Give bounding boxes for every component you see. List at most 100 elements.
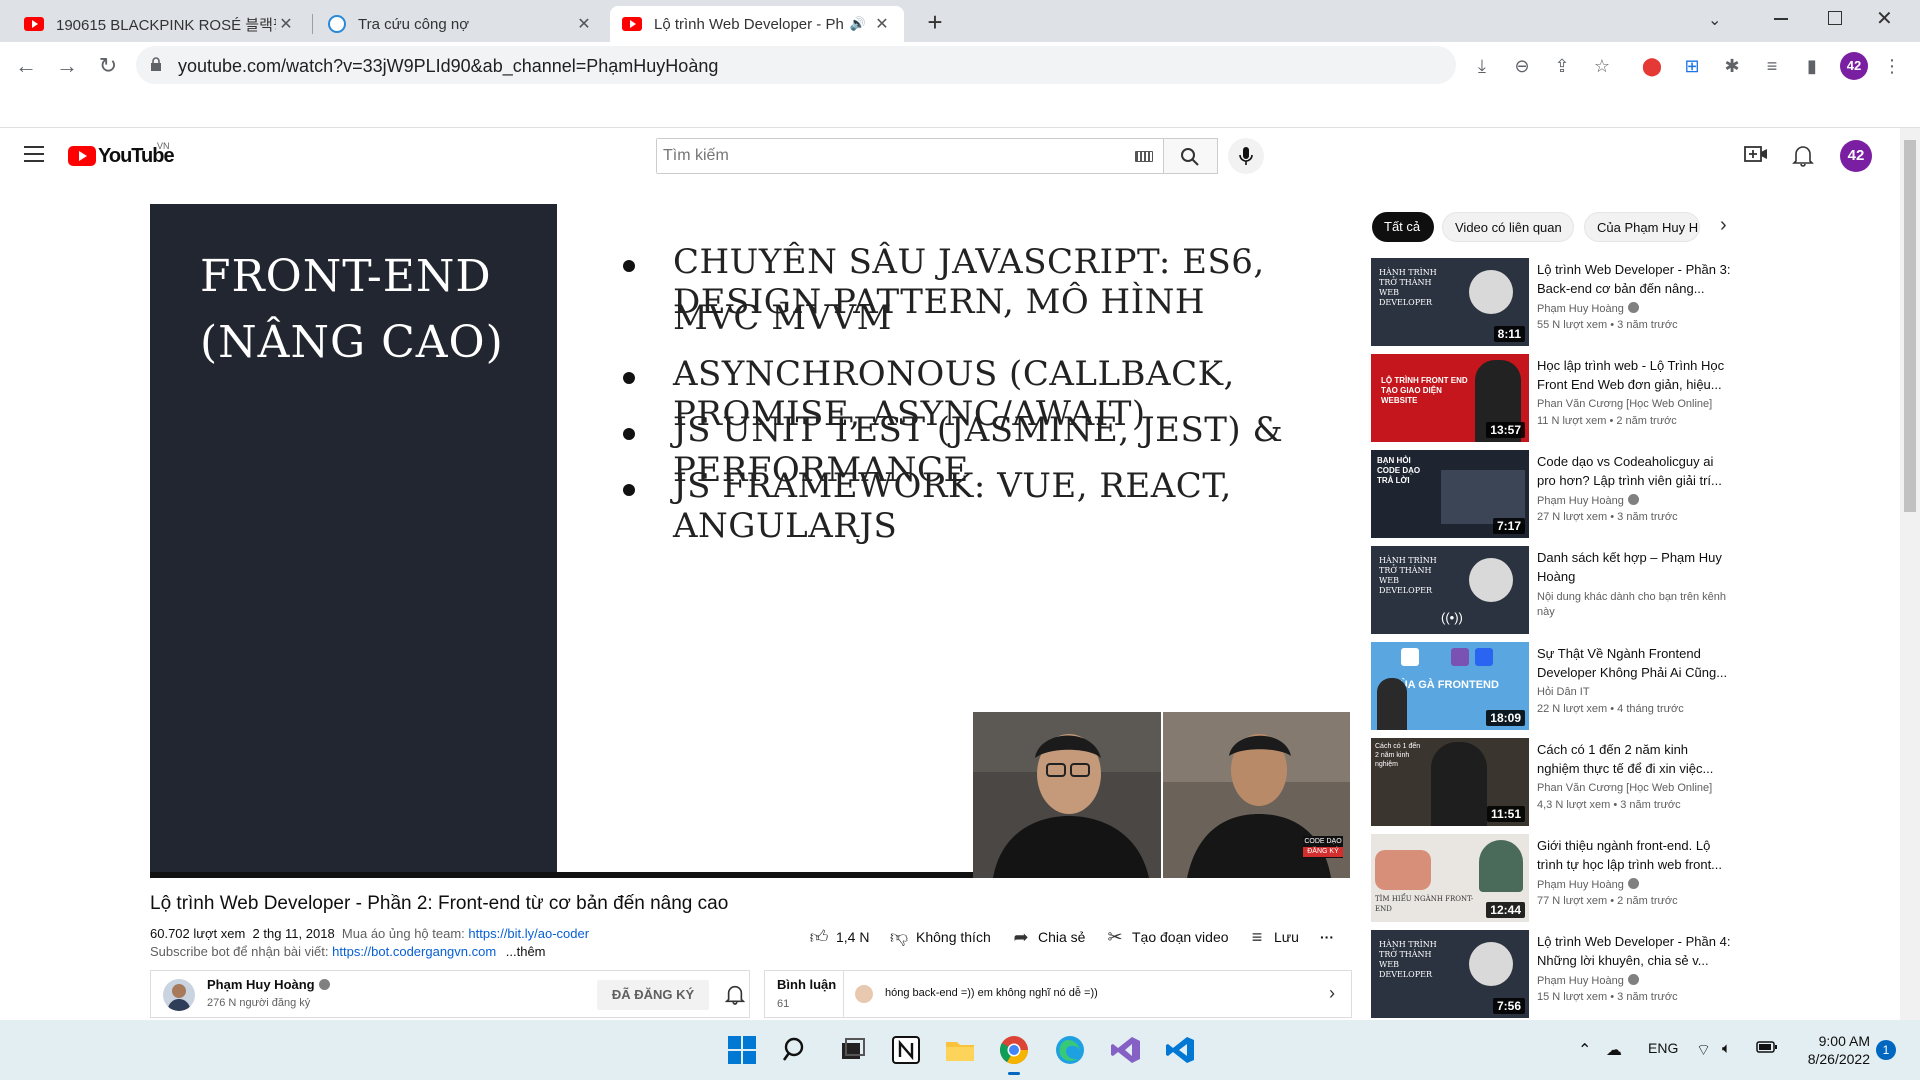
chevron-right-icon[interactable]: › bbox=[1329, 983, 1335, 1004]
close-window-icon[interactable]: ✕ bbox=[1876, 6, 1893, 31]
chip-channel[interactable]: Của Phạm Huy H bbox=[1584, 212, 1700, 242]
language-indicator[interactable]: ENG bbox=[1648, 1040, 1678, 1056]
speaker-icon[interactable]: 🔊 bbox=[850, 16, 866, 32]
taskbar-clock[interactable]: 9:00 AM 8/26/2022 bbox=[1790, 1032, 1870, 1068]
channel-avatar[interactable] bbox=[163, 979, 195, 1011]
wifi-icon[interactable]: ⌔ bbox=[1696, 1040, 1711, 1060]
more-actions-button[interactable]: ··· bbox=[1320, 926, 1334, 948]
search-button[interactable] bbox=[1164, 138, 1218, 174]
search-input[interactable] bbox=[657, 139, 1097, 173]
chip-related[interactable]: Video có liên quan bbox=[1442, 212, 1574, 242]
restore-icon[interactable] bbox=[1828, 11, 1842, 25]
subscribed-button[interactable]: ĐÃ ĐĂNG KÝ bbox=[597, 980, 709, 1010]
like-button[interactable]: 👍︎ 1,4 N bbox=[808, 926, 870, 948]
install-icon[interactable]: ⤓ bbox=[1470, 54, 1494, 78]
media-control-icon[interactable]: ≡ bbox=[1760, 54, 1784, 78]
recommendation-item[interactable]: HÀNH TRÌNH TRỞ THÀNH WEB DEVELOPER 8:11 … bbox=[1371, 258, 1731, 346]
tab-lo-trinh-active[interactable]: Lộ trình Web Developer - Ph 🔊 ✕ bbox=[610, 6, 904, 42]
side-panel-icon[interactable]: ▮ bbox=[1800, 54, 1824, 78]
youtube-profile-avatar[interactable]: 42 bbox=[1840, 140, 1872, 172]
extensions-puzzle-icon[interactable]: ✱ bbox=[1720, 54, 1744, 78]
description-link[interactable]: https://bot.codergangvn.com bbox=[332, 944, 502, 959]
notion-icon[interactable] bbox=[890, 1034, 922, 1066]
recommendation-title[interactable]: Cách có 1 đến 2 năm kinh nghiệm thực tế … bbox=[1537, 740, 1731, 778]
share-page-icon[interactable]: ⇪ bbox=[1550, 54, 1574, 78]
scrollbar-thumb[interactable] bbox=[1904, 140, 1916, 512]
video-thumbnail[interactable]: Cách có 1 đến 2 năm kinh nghiệm 11:51 bbox=[1371, 738, 1529, 826]
recommendation-title[interactable]: Lộ trình Web Developer - Phần 3: Back-en… bbox=[1537, 260, 1731, 298]
recommendation-title[interactable]: Danh sách kết hợp – Phạm Huy Hoàng bbox=[1537, 548, 1731, 586]
recommendation-title[interactable]: Sự Thật Về Ngành Frontend Developer Khôn… bbox=[1537, 644, 1731, 682]
recommendation-item[interactable]: HÀNH TRÌNH TRỞ THÀNH WEB DEVELOPER 7:56 … bbox=[1371, 930, 1731, 1018]
tab-tra-cuu[interactable]: Tra cứu công nợ ✕ bbox=[316, 6, 606, 42]
chips-next-chevron-icon[interactable]: › bbox=[1720, 214, 1727, 237]
guide-menu-icon[interactable] bbox=[24, 146, 44, 162]
forward-icon[interactable]: → bbox=[51, 50, 83, 82]
vscode-icon[interactable] bbox=[1164, 1034, 1196, 1066]
clip-button[interactable]: ✂ Tạo đoạn video bbox=[1104, 926, 1228, 948]
bookmark-star-icon[interactable]: ☆ bbox=[1590, 54, 1614, 78]
recommendation-item[interactable]: LỘ TRÌNH FRONT END TẠO GIAO DIỆN WEBSITE… bbox=[1371, 354, 1731, 442]
reload-icon[interactable]: ↻ bbox=[92, 50, 124, 82]
tab-blackpink[interactable]: 190615 BLACKPINK ROSÉ 블랙핑 ✕ bbox=[12, 6, 308, 42]
notifications-bell-icon[interactable] bbox=[1792, 143, 1814, 167]
notification-bell-icon[interactable] bbox=[724, 983, 746, 1005]
tech-logo bbox=[1475, 648, 1493, 666]
chrome-icon[interactable] bbox=[998, 1034, 1030, 1075]
visual-studio-icon[interactable] bbox=[1110, 1034, 1142, 1066]
file-explorer-icon[interactable] bbox=[944, 1034, 976, 1066]
recommendation-item[interactable]: HÀNH TRÌNH TRỞ THÀNH WEB DEVELOPER ((•))… bbox=[1371, 546, 1731, 634]
recommendation-item[interactable]: Cách có 1 đến 2 năm kinh nghiệm 11:51 Cá… bbox=[1371, 738, 1731, 826]
recommendation-title[interactable]: Lộ trình Web Developer - Phần 4: Những l… bbox=[1537, 932, 1731, 970]
opera-extension-icon[interactable]: ⬤ bbox=[1640, 54, 1664, 78]
minimize-icon[interactable] bbox=[1774, 18, 1788, 20]
browser-menu-icon[interactable]: ⋮ bbox=[1880, 54, 1904, 78]
create-video-icon[interactable] bbox=[1744, 144, 1768, 164]
comments-card[interactable]: Bình luận 61 hóng back-end =)) em không … bbox=[764, 970, 1352, 1018]
tray-chevron-icon[interactable]: ⌃ bbox=[1578, 1040, 1591, 1060]
share-button[interactable]: ➦ Chia sẻ bbox=[1010, 926, 1085, 948]
video-player[interactable]: FRONT-END (NÂNG CAO) CHUYÊN SÂU JAVASCRI… bbox=[150, 204, 1350, 878]
close-tab-icon[interactable]: ✕ bbox=[872, 14, 892, 34]
cloud-icon[interactable]: ☁ bbox=[1606, 1040, 1622, 1060]
task-view-icon[interactable] bbox=[836, 1034, 868, 1066]
video-thumbnail[interactable]: LỘ TRÌNH FRONT END TẠO GIAO DIỆN WEBSITE… bbox=[1371, 354, 1529, 442]
video-thumbnail[interactable]: LÙA GÀ FRONTEND 18:09 bbox=[1371, 642, 1529, 730]
voice-search-button[interactable] bbox=[1228, 138, 1264, 174]
windows-start-icon[interactable] bbox=[726, 1034, 758, 1066]
dislike-button[interactable]: 👎︎ Không thích bbox=[888, 926, 991, 948]
battery-icon[interactable] bbox=[1756, 1040, 1778, 1057]
back-icon[interactable]: ← bbox=[10, 50, 42, 82]
video-thumbnail[interactable]: BẠN HỎI CODE DẠO TRẢ LỜI 7:17 bbox=[1371, 450, 1529, 538]
close-tab-icon[interactable]: ✕ bbox=[276, 14, 296, 34]
taskbar-search-icon[interactable] bbox=[780, 1034, 812, 1066]
notification-count-badge[interactable]: 1 bbox=[1876, 1040, 1896, 1060]
page-scrollbar[interactable] bbox=[1900, 128, 1920, 1020]
browser-profile-avatar[interactable]: 42 bbox=[1840, 52, 1868, 80]
chip-all[interactable]: Tất cả bbox=[1372, 212, 1434, 242]
new-tab-button[interactable]: + bbox=[920, 8, 950, 38]
tab-search-chevron-icon[interactable]: ⌄ bbox=[1708, 10, 1721, 30]
zoom-icon[interactable]: ⊖ bbox=[1510, 54, 1534, 78]
channel-name[interactable]: Phạm Huy Hoàng bbox=[207, 977, 330, 992]
recommendation-title[interactable]: Giới thiệu ngành front-end. Lộ trình tự … bbox=[1537, 836, 1731, 874]
keyboard-icon[interactable] bbox=[1135, 151, 1153, 162]
show-more-link[interactable]: ...thêm bbox=[506, 944, 546, 959]
recommendation-title[interactable]: Học lập trình web - Lộ Trình Học Front E… bbox=[1537, 356, 1731, 394]
close-tab-icon[interactable]: ✕ bbox=[574, 14, 594, 34]
volume-icon[interactable]: 🔈︎ bbox=[1722, 1040, 1731, 1057]
video-thumbnail[interactable]: HÀNH TRÌNH TRỞ THÀNH WEB DEVELOPER 7:56 bbox=[1371, 930, 1529, 1018]
recommendation-title[interactable]: Code dạo vs Codeaholicguy ai pro hơn? Lậ… bbox=[1537, 452, 1731, 490]
edge-icon[interactable] bbox=[1054, 1034, 1086, 1066]
translate-extension-icon[interactable]: ⊞ bbox=[1680, 54, 1704, 78]
recommendation-item[interactable]: LÙA GÀ FRONTEND 18:09 Sự Thật Về Ngành F… bbox=[1371, 642, 1731, 730]
youtube-logo-icon[interactable] bbox=[68, 146, 96, 166]
video-thumbnail[interactable]: HÀNH TRÌNH TRỞ THÀNH WEB DEVELOPER 8:11 bbox=[1371, 258, 1529, 346]
recommendation-item[interactable]: TÌM HIỂU NGÀNH FRONT-END 12:44 Giới thiệ… bbox=[1371, 834, 1731, 922]
playlist-thumbnail[interactable]: HÀNH TRÌNH TRỞ THÀNH WEB DEVELOPER ((•)) bbox=[1371, 546, 1529, 634]
address-bar[interactable]: youtube.com/watch?v=33jW9PLId90&ab_chann… bbox=[136, 46, 1456, 84]
video-thumbnail[interactable]: TÌM HIỂU NGÀNH FRONT-END 12:44 bbox=[1371, 834, 1529, 922]
description-link[interactable]: https://bit.ly/ao-coder bbox=[468, 926, 589, 941]
recommendation-item[interactable]: BẠN HỎI CODE DẠO TRẢ LỜI 7:17 Code dạo v… bbox=[1371, 450, 1731, 538]
save-button[interactable]: ≡ Lưu bbox=[1246, 926, 1299, 948]
